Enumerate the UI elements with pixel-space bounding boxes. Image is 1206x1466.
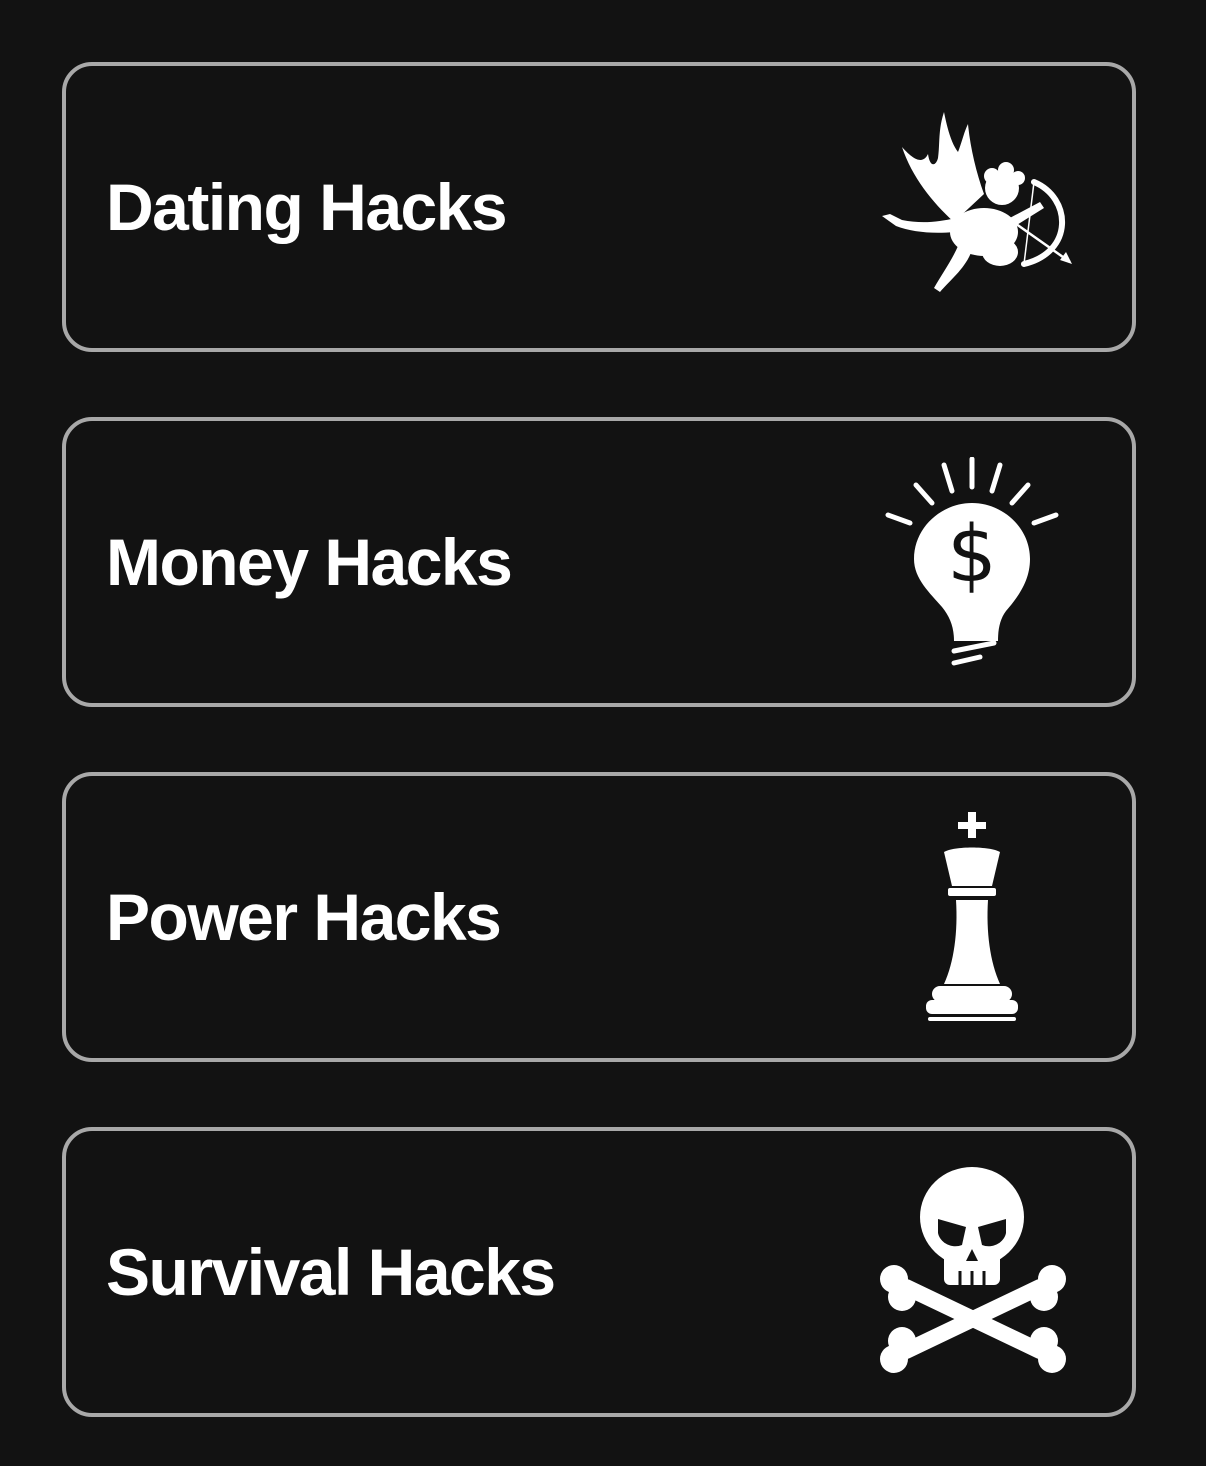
category-card-power[interactable]: Power Hacks bbox=[62, 772, 1136, 1062]
category-label: Power Hacks bbox=[106, 880, 502, 954]
category-label: Survival Hacks bbox=[106, 1235, 556, 1309]
cupid-icon bbox=[872, 102, 1072, 312]
category-label: Money Hacks bbox=[106, 525, 513, 599]
skull-crossbones-icon bbox=[872, 1167, 1072, 1377]
category-label: Dating Hacks bbox=[106, 170, 508, 244]
money-lightbulb-icon: $ bbox=[872, 457, 1072, 667]
category-list: Dating Hacks Money Hacks $ Power Hacks S… bbox=[62, 62, 1136, 1417]
category-card-dating[interactable]: Dating Hacks bbox=[62, 62, 1136, 352]
category-card-money[interactable]: Money Hacks $ bbox=[62, 417, 1136, 707]
chess-king-icon bbox=[872, 812, 1072, 1022]
svg-text:$: $ bbox=[947, 510, 997, 600]
category-card-survival[interactable]: Survival Hacks bbox=[62, 1127, 1136, 1417]
